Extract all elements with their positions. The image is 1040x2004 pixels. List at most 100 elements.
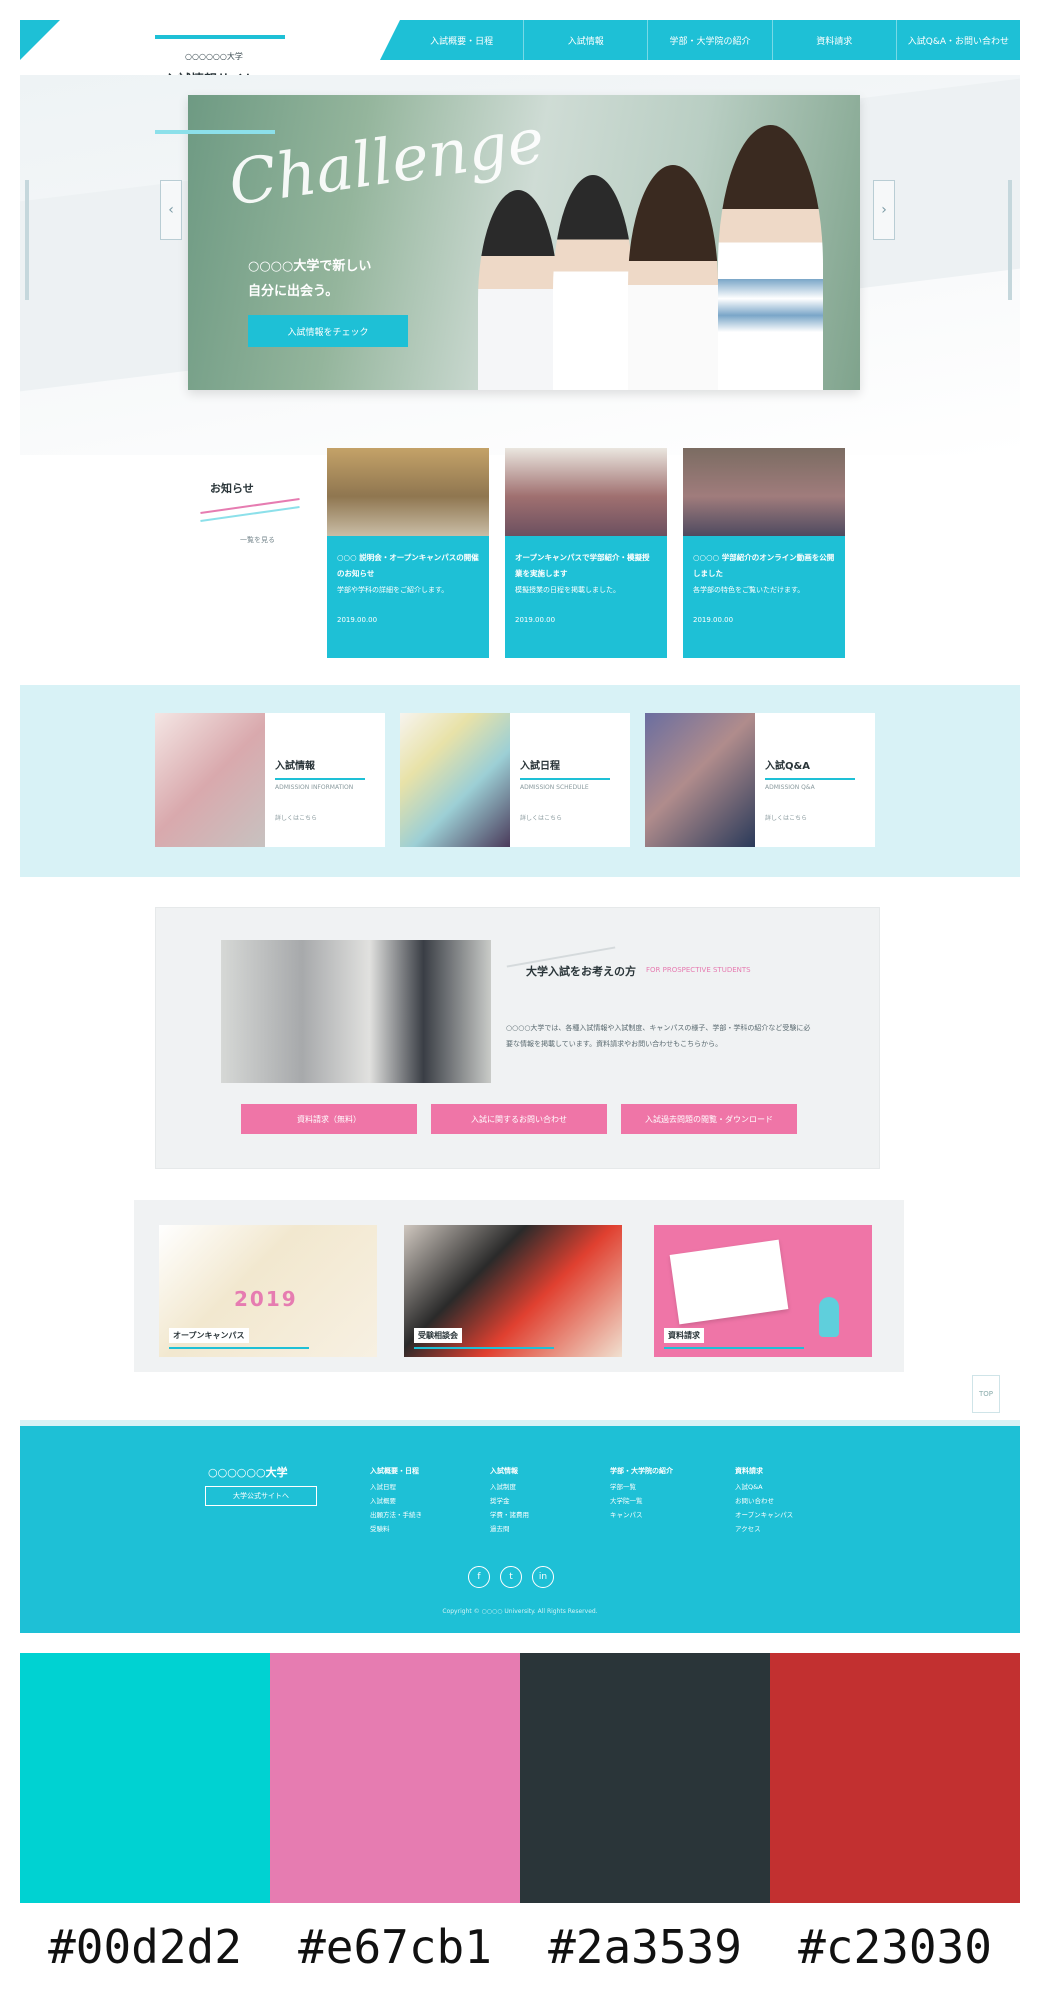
banner-caption: 資料請求 <box>664 1328 704 1343</box>
footer-column-heading[interactable]: 資料請求 <box>735 1464 793 1478</box>
palette-labels: #00d2d2 #e67cb1 #2a3539 #c23030 <box>20 1920 1020 1974</box>
instagram-icon[interactable]: in <box>532 1566 554 1588</box>
news-card-title: オープンキャンパスで学部紹介・模擬授業を実施します <box>515 553 650 578</box>
footer-link[interactable]: 入試概要 <box>370 1494 422 1508</box>
palette-swatch <box>20 1653 270 1903</box>
feature-card-subtitle: ADMISSION INFORMATION <box>275 784 354 791</box>
palette-label: #2a3539 <box>548 1920 742 1974</box>
news-heading-block: お知らせ 一覧を見る <box>195 450 305 550</box>
nav-item-faculties[interactable]: 学部・大学院の紹介 <box>648 20 773 60</box>
news-card-image <box>505 448 667 536</box>
footer-link[interactable]: 奨学金 <box>490 1494 529 1508</box>
footer-link[interactable]: アクセス <box>735 1522 793 1536</box>
twitter-icon[interactable]: t <box>500 1566 522 1588</box>
feature-card-image <box>645 713 755 847</box>
feature-band: 入試情報 ADMISSION INFORMATION 詳しくはこちら 入試日程 … <box>20 685 1020 877</box>
footer-link[interactable]: 過去問 <box>490 1522 529 1536</box>
feature-card-subtitle: ADMISSION Q&A <box>765 784 815 791</box>
banner-caption-line <box>414 1347 554 1349</box>
hero-side-bar-right <box>1008 180 1012 300</box>
hero-student-2 <box>553 175 633 390</box>
footer-column-heading[interactable]: 学部・大学院の紹介 <box>610 1464 673 1478</box>
news-more-link[interactable]: 一覧を見る <box>240 535 275 545</box>
slider-next-button[interactable]: › <box>873 180 895 240</box>
footer-link[interactable]: 学費・諸費用 <box>490 1508 529 1522</box>
banner-card-illustration <box>669 1239 789 1325</box>
news-pink-line <box>200 498 300 514</box>
feature-card-more-link[interactable]: 詳しくはこちら <box>275 813 365 822</box>
feature-card-image <box>400 713 510 847</box>
footer-link[interactable]: 入試Q&A <box>735 1480 793 1494</box>
palette-swatch <box>520 1653 770 1903</box>
past-exams-button[interactable]: 入試過去問題の閲覧・ダウンロード <box>621 1104 797 1134</box>
footer-link[interactable]: 入試日程 <box>370 1480 422 1494</box>
nav-item-request[interactable]: 資料請求 <box>773 20 897 60</box>
footer-link[interactable]: オープンキャンパス <box>735 1508 793 1522</box>
logo-accent-line <box>155 35 285 39</box>
footer-link[interactable]: キャンパス <box>610 1508 673 1522</box>
banner-caption: オープンキャンパス <box>169 1328 249 1343</box>
page-top-button[interactable]: TOP <box>972 1375 1000 1413</box>
news-card[interactable]: オープンキャンパスで学部紹介・模擬授業を実施します 模擬授業の日程を掲載しました… <box>505 448 667 658</box>
news-card[interactable]: ○○○ 説明会・オープンキャンパスの開催のお知らせ 学部や学科の詳細をご紹介しま… <box>327 448 489 658</box>
feature-card-more-link[interactable]: 詳しくはこちら <box>765 813 855 822</box>
palette-label: #00d2d2 <box>48 1920 242 1974</box>
nav-item-schedule[interactable]: 入試概要・日程 <box>380 20 525 60</box>
footer-link[interactable]: お問い合わせ <box>735 1494 793 1508</box>
nav-item-admission[interactable]: 入試情報 <box>524 20 649 60</box>
feature-card-underline <box>275 778 365 780</box>
footer-official-site-button[interactable]: 大学公式サイトへ <box>205 1486 317 1506</box>
footer-link[interactable]: 大学院一覧 <box>610 1494 673 1508</box>
banner-open-campus[interactable]: 2019 オープンキャンパス <box>159 1225 377 1357</box>
footer-column: 学部・大学院の紹介 学部一覧 大学院一覧 キャンパス <box>610 1464 673 1522</box>
banner-request[interactable]: 資料請求 <box>654 1225 872 1357</box>
hero-student-3 <box>628 165 718 390</box>
request-materials-button[interactable]: 資料請求（無料） <box>241 1104 417 1134</box>
facebook-icon[interactable]: f <box>468 1566 490 1588</box>
news-cyan-line <box>200 506 300 522</box>
site-screenshot: ○○○○○○大学 入試情報サイト 入試概要・日程 入試情報 学部・大学院の紹介 … <box>20 20 1020 1633</box>
feature-card-title: 入試情報 <box>275 761 315 772</box>
info-photo <box>221 940 491 1083</box>
feature-card-admission[interactable]: 入試情報 ADMISSION INFORMATION 詳しくはこちら <box>155 713 385 847</box>
footer-copyright: Copyright © ○○○○ University. All Rights … <box>442 1608 598 1615</box>
palette-swatch <box>770 1653 1020 1903</box>
news-card-body: 各学部の特色をご覧いただけます。 <box>693 586 805 594</box>
hero-side-bar-left <box>25 180 29 300</box>
footer-column: 入試概要・日程 入試日程 入試概要 出願方法・手続き 受験料 <box>370 1464 422 1536</box>
footer-link[interactable]: 出願方法・手続き <box>370 1508 422 1522</box>
contact-button[interactable]: 入試に関するお問い合わせ <box>431 1104 607 1134</box>
feature-card-title: 入試Q&A <box>765 761 810 772</box>
page-top-label: TOP <box>978 1390 993 1398</box>
hero-slide-image: Challenge ○○○○大学で新しい 自分に出会う。 入試情報をチェック <box>188 95 860 390</box>
news-card[interactable]: ○○○○ 学部紹介のオンライン動画を公開しました 各学部の特色をご覧いただけます… <box>683 448 845 658</box>
banner-caption: 受験相談会 <box>414 1328 462 1343</box>
footer-logo[interactable]: ○○○○○○大学 <box>208 1464 288 1480</box>
feature-card-schedule[interactable]: 入試日程 ADMISSION SCHEDULE 詳しくはこちら <box>400 713 630 847</box>
news-card-body: 学部や学科の詳細をご紹介します。 <box>337 586 449 594</box>
global-nav: 入試概要・日程 入試情報 学部・大学院の紹介 資料請求 入試Q&A・お問い合わせ <box>380 20 1020 60</box>
chevron-left-icon: ‹ <box>168 202 174 218</box>
news-card-date: 2019.00.00 <box>337 616 378 624</box>
footer-sns: f t in <box>468 1566 554 1588</box>
footer-link[interactable]: 学部一覧 <box>610 1480 673 1494</box>
palette-swatch <box>270 1653 520 1903</box>
feature-card-faq[interactable]: 入試Q&A ADMISSION Q&A 詳しくはこちら <box>645 713 875 847</box>
slider-prev-button[interactable]: ‹ <box>160 180 182 240</box>
footer-column-heading[interactable]: 入試概要・日程 <box>370 1464 422 1478</box>
banner-consultation[interactable]: 受験相談会 <box>404 1225 622 1357</box>
footer-column-heading[interactable]: 入試情報 <box>490 1464 529 1478</box>
banner-caption-line <box>169 1347 309 1349</box>
feature-card-more-link[interactable]: 詳しくはこちら <box>520 813 610 822</box>
banner-section: 2019 オープンキャンパス 受験相談会 資料請求 <box>134 1200 904 1372</box>
info-body-text: ○○○○大学では、各種入試情報や入試制度、キャンパスの様子、学部・学科の紹介など… <box>506 1024 811 1048</box>
banner-year: 2019 <box>234 1287 298 1311</box>
feature-card-underline <box>520 778 610 780</box>
nav-item-faq[interactable]: 入試Q&A・お問い合わせ <box>897 20 1020 60</box>
hero-student-4 <box>718 125 823 390</box>
footer-link[interactable]: 受験料 <box>370 1522 422 1536</box>
news-card-title: ○○○ 説明会・オープンキャンパスの開催のお知らせ <box>337 553 479 578</box>
hero-cta-button[interactable]: 入試情報をチェック <box>248 315 408 347</box>
chevron-right-icon: › <box>881 202 887 218</box>
footer-link[interactable]: 入試制度 <box>490 1480 529 1494</box>
